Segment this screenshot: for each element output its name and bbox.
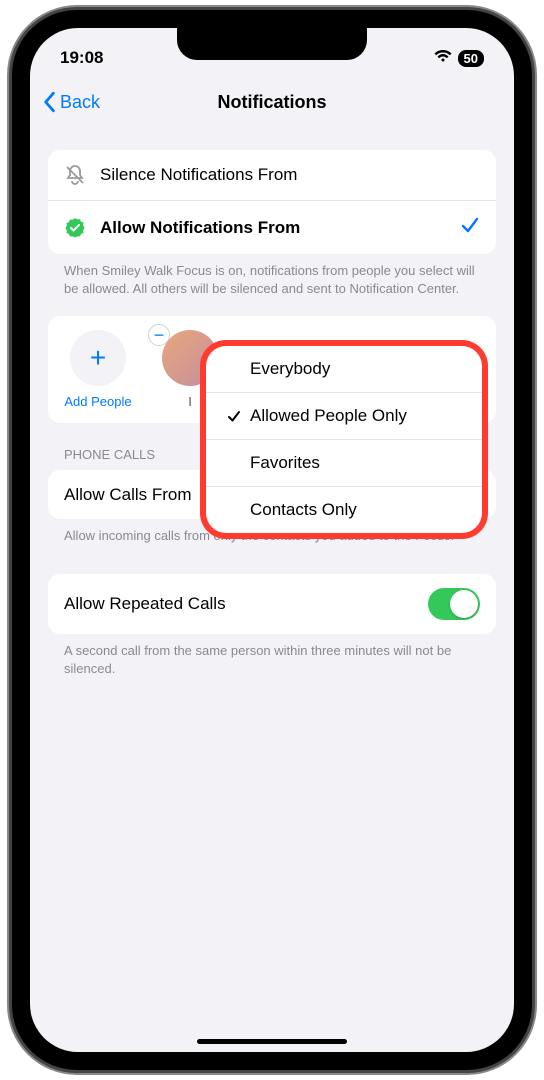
popup-option-label: Favorites bbox=[250, 453, 320, 473]
modes-footer: When Smiley Walk Focus is on, notificati… bbox=[48, 254, 496, 298]
popup-option-label: Contacts Only bbox=[250, 500, 357, 520]
popup-option-contacts-only[interactable]: Contacts Only bbox=[206, 486, 482, 533]
repeated-calls-toggle[interactable] bbox=[428, 588, 480, 620]
repeated-calls-row: Allow Repeated Calls bbox=[48, 574, 496, 634]
add-people-label: Add People bbox=[64, 394, 131, 409]
silence-mode-row[interactable]: Silence Notifications From bbox=[48, 150, 496, 200]
chevron-left-icon bbox=[42, 91, 56, 113]
popup-option-favorites[interactable]: Favorites bbox=[206, 439, 482, 486]
nav-bar: Back Notifications bbox=[30, 78, 514, 126]
plus-icon: + bbox=[70, 330, 126, 386]
checkmark-seal-icon bbox=[64, 217, 86, 239]
checkmark-icon bbox=[224, 409, 244, 423]
bell-slash-icon bbox=[64, 164, 86, 186]
popup-option-allowed-only[interactable]: Allowed People Only bbox=[206, 392, 482, 439]
back-button[interactable]: Back bbox=[42, 91, 100, 113]
add-people-button[interactable]: + Add People bbox=[62, 330, 134, 409]
person-label: I bbox=[188, 394, 192, 409]
modes-card: Silence Notifications From Allow Notific… bbox=[48, 150, 496, 254]
allow-mode-label: Allow Notifications From bbox=[100, 218, 446, 238]
popup-option-everybody[interactable]: Everybody bbox=[206, 346, 482, 392]
popup-option-label: Everybody bbox=[250, 359, 330, 379]
status-right: 50 bbox=[434, 48, 484, 68]
repeated-calls-footer: A second call from the same person withi… bbox=[48, 634, 496, 678]
repeated-calls-label: Allow Repeated Calls bbox=[64, 594, 428, 614]
allow-calls-popup: Everybody Allowed People Only Favorites … bbox=[206, 346, 482, 533]
back-label: Back bbox=[60, 92, 100, 113]
home-indicator[interactable] bbox=[197, 1039, 347, 1044]
allow-mode-row[interactable]: Allow Notifications From bbox=[48, 200, 496, 254]
notch bbox=[177, 28, 367, 60]
page-title: Notifications bbox=[217, 92, 326, 113]
battery-level: 50 bbox=[458, 50, 484, 67]
status-time: 19:08 bbox=[60, 48, 103, 68]
popup-option-label: Allowed People Only bbox=[250, 406, 407, 426]
silence-mode-label: Silence Notifications From bbox=[100, 165, 480, 185]
wifi-icon bbox=[434, 48, 452, 68]
checkmark-icon bbox=[460, 215, 480, 240]
